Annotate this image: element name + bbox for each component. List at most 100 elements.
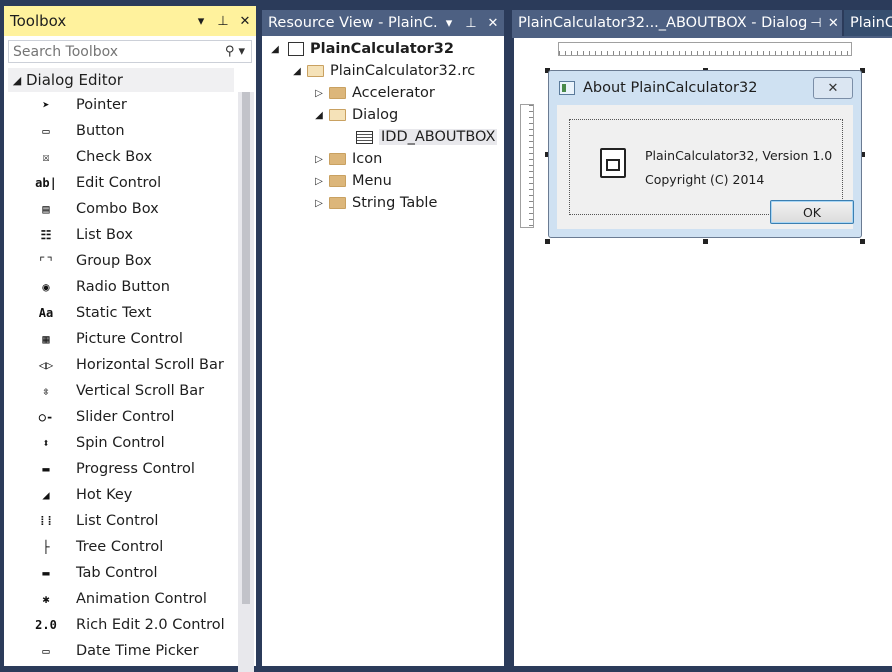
tab-control-icon: ▬ [42, 566, 50, 580]
tool-item[interactable]: ▬ Progress Control [8, 456, 234, 482]
tool-label: List Control [76, 513, 159, 529]
tree-label: PlainCalculator32.rc [330, 63, 476, 79]
tool-label: Static Text [76, 305, 152, 321]
pin-icon[interactable]: ⊥ [212, 14, 234, 29]
dialog-title-bar: About PlainCalculator32 ✕ [549, 71, 861, 105]
resize-handle[interactable] [703, 239, 708, 244]
tree-node-dialog[interactable]: ◢ Dialog [262, 104, 504, 126]
rich-edit-icon: 2.0 [35, 618, 57, 632]
tree-node-project[interactable]: ◢ PlainCalculator32 [262, 38, 504, 60]
hotkey-icon: ◢ [42, 488, 50, 502]
tool-label: Radio Button [76, 279, 170, 295]
toolbox-search: ⚲ ▾ [8, 40, 252, 63]
app-icon[interactable] [600, 148, 626, 178]
tool-item[interactable]: ⁞⁞ List Control [8, 508, 234, 534]
horizontal-ruler[interactable] [558, 42, 852, 56]
dropdown-icon[interactable]: ▾ [438, 16, 460, 31]
folder-open-icon [329, 109, 346, 121]
tab-label: PlainCa [850, 15, 892, 31]
copyright-text[interactable]: Copyright (C) 2014 [645, 172, 764, 187]
tool-label: Rich Edit 2.0 Control [76, 617, 225, 633]
tool-label: Tree Control [76, 539, 164, 555]
toolbox-scrollbar[interactable] [238, 92, 254, 672]
resize-handle[interactable] [860, 239, 865, 244]
tool-item[interactable]: ├ Tree Control [8, 534, 234, 560]
tool-item[interactable]: Aa Static Text [8, 300, 234, 326]
tab-plaincalc[interactable]: PlainCa [844, 10, 892, 36]
tool-item[interactable]: ➤ Pointer [8, 92, 234, 118]
tool-item[interactable]: ⌜⌝ Group Box [8, 248, 234, 274]
tool-item[interactable]: ▭ Button [8, 118, 234, 144]
pointer-icon: ➤ [42, 98, 50, 112]
collapse-arrow-icon[interactable]: ◢ [312, 110, 326, 121]
close-icon[interactable]: ✕ [813, 77, 853, 99]
combo-box-icon: ▤ [42, 202, 50, 216]
resource-view-title-bar: Resource View - PlainC... ▾ ⊥ ✕ [262, 10, 504, 36]
tree-node-string-table[interactable]: ▷ String Table [262, 192, 504, 214]
tree-node-accelerator[interactable]: ▷ Accelerator [262, 82, 504, 104]
tool-item[interactable]: ⬍ Spin Control [8, 430, 234, 456]
tree-label: PlainCalculator32 [310, 41, 454, 57]
group-box-icon: ⌜⌝ [38, 254, 54, 268]
folder-icon [329, 175, 346, 187]
expand-arrow-icon[interactable]: ▷ [312, 154, 326, 165]
expand-arrow-icon[interactable]: ▷ [312, 88, 326, 99]
pin-icon[interactable]: ⊣ [807, 16, 824, 31]
tree-node-menu[interactable]: ▷ Menu [262, 170, 504, 192]
tree-node-icon[interactable]: ▷ Icon [262, 148, 504, 170]
date-time-icon: ▭ [42, 644, 50, 658]
collapse-arrow-icon[interactable]: ◢ [268, 44, 282, 55]
collapse-arrow-icon[interactable]: ◢ [290, 66, 304, 77]
tool-label: Hot Key [76, 487, 133, 503]
tool-item[interactable]: ◢ Hot Key [8, 482, 234, 508]
close-icon[interactable]: ✕ [825, 16, 842, 31]
resize-handle[interactable] [545, 239, 550, 244]
tree-node-rc[interactable]: ◢ PlainCalculator32.rc [262, 60, 504, 82]
list-control-icon: ⁞⁞ [38, 513, 54, 528]
tool-item[interactable]: ⇳ Vertical Scroll Bar [8, 378, 234, 404]
tree-control-icon: ├ [42, 540, 50, 554]
tool-item[interactable]: ▤ Combo Box [8, 196, 234, 222]
about-dialog-preview[interactable]: About PlainCalculator32 ✕ PlainCalculato… [548, 70, 862, 238]
tool-label: Date Time Picker [76, 643, 199, 659]
group-header-dialog-editor[interactable]: ◢ Dialog Editor [8, 68, 234, 92]
vertical-ruler[interactable] [520, 104, 534, 228]
tree-label: Accelerator [352, 85, 435, 101]
folder-open-icon [307, 65, 324, 77]
window-icon [559, 81, 575, 95]
search-icon[interactable]: ⚲ ▾ [219, 44, 251, 59]
search-input[interactable] [9, 42, 219, 61]
tool-item[interactable]: ◉ Radio Button [8, 274, 234, 300]
ok-button[interactable]: OK [770, 200, 854, 224]
tool-item[interactable]: ▦ Picture Control [8, 326, 234, 352]
tool-item[interactable]: ☷ List Box [8, 222, 234, 248]
toolbox-title: Toolbox [10, 12, 67, 30]
tool-item[interactable]: 2.0 Rich Edit 2.0 Control [8, 612, 234, 638]
tool-label: Check Box [76, 149, 153, 165]
tree-label: String Table [352, 195, 438, 211]
version-text[interactable]: PlainCalculator32, Version 1.0 [645, 148, 832, 163]
group-label: Dialog Editor [26, 71, 123, 89]
dialog-editor-canvas[interactable]: About PlainCalculator32 ✕ PlainCalculato… [514, 38, 892, 666]
expand-arrow-icon[interactable]: ▷ [312, 198, 326, 209]
tab-label: PlainCalculator32..._ABOUTBOX - Dialog [518, 15, 808, 31]
tool-item[interactable]: ab| Edit Control [8, 170, 234, 196]
tool-item[interactable]: ○- Slider Control [8, 404, 234, 430]
tab-aboutbox-dialog[interactable]: PlainCalculator32..._ABOUTBOX - Dialog ⊣… [512, 10, 842, 36]
tool-item[interactable]: ◁▷ Horizontal Scroll Bar [8, 352, 234, 378]
dialog-client-area[interactable]: PlainCalculator32, Version 1.0 Copyright… [557, 105, 854, 229]
scrollbar-thumb[interactable] [242, 92, 250, 604]
tree-node-idd-aboutbox[interactable]: IDD_ABOUTBOX [262, 126, 504, 148]
tool-item[interactable]: ▭ Date Time Picker [8, 638, 234, 664]
tool-item[interactable]: ▬ Tab Control [8, 560, 234, 586]
tool-item[interactable]: ☒ Check Box [8, 144, 234, 170]
pin-icon[interactable]: ⊥ [460, 16, 482, 31]
close-icon[interactable]: ✕ [234, 14, 256, 29]
dialog-resource-icon [356, 130, 373, 144]
dialog-title: About PlainCalculator32 [583, 80, 758, 96]
dialog-margin-guide: PlainCalculator32, Version 1.0 Copyright… [569, 119, 854, 224]
tool-item[interactable]: ✱ Animation Control [8, 586, 234, 612]
close-icon[interactable]: ✕ [482, 16, 504, 31]
expand-arrow-icon[interactable]: ▷ [312, 176, 326, 187]
dropdown-icon[interactable]: ▾ [190, 14, 212, 29]
